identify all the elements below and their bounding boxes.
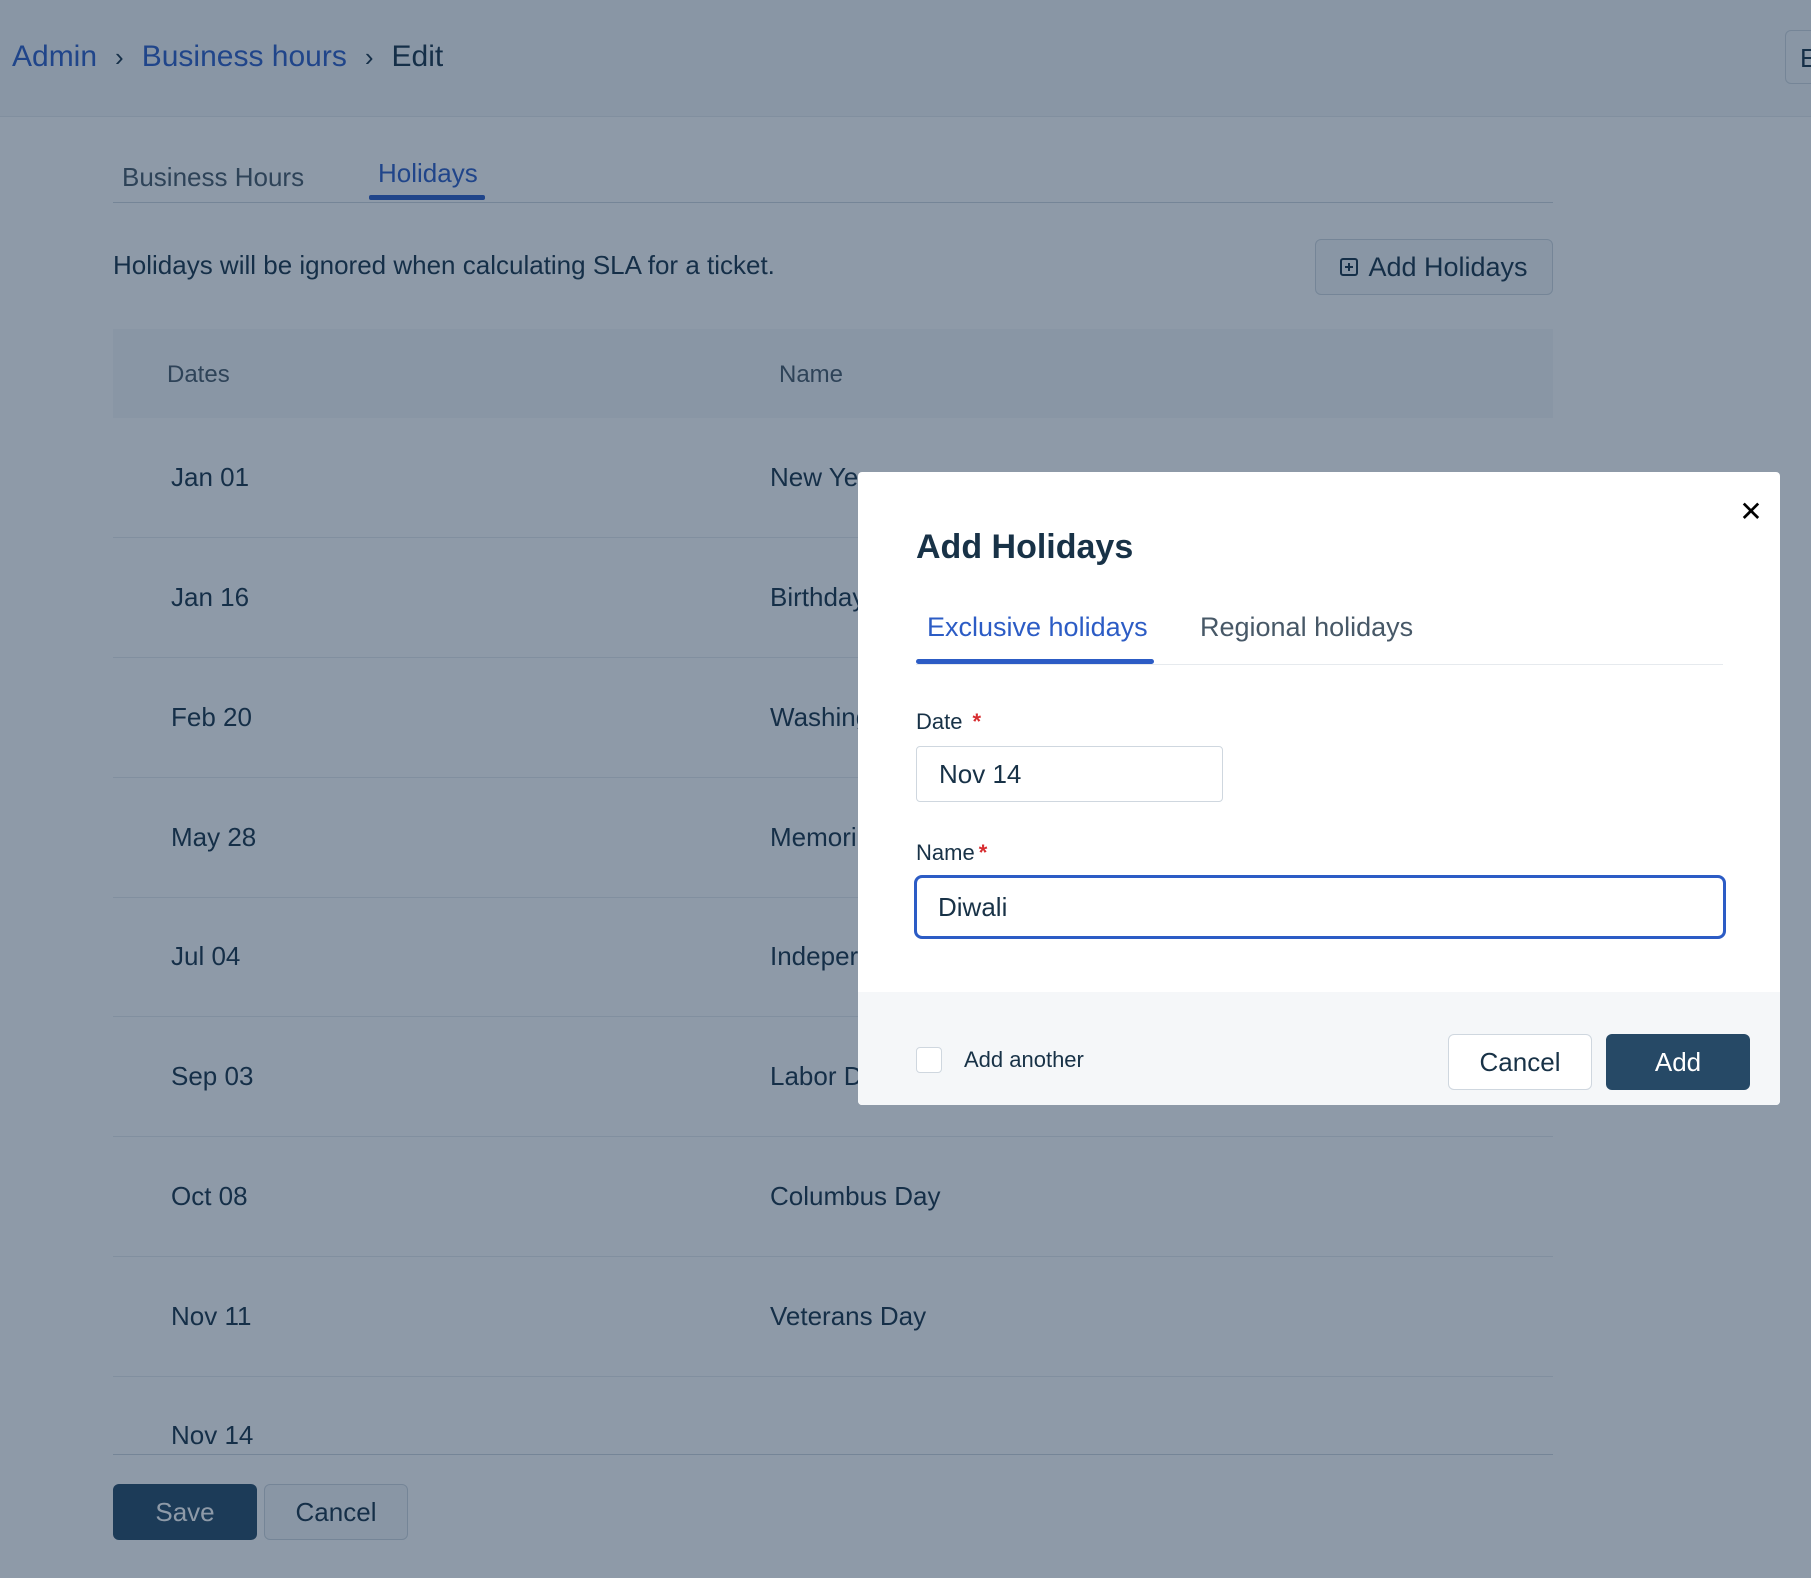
modal-cancel-button[interactable]: Cancel xyxy=(1448,1034,1592,1090)
name-field[interactable] xyxy=(914,875,1726,939)
active-modal-tab-indicator xyxy=(916,659,1154,664)
date-label-text: Date xyxy=(916,709,963,734)
required-marker: * xyxy=(972,709,982,734)
name-label-text: Name xyxy=(916,840,975,865)
date-field[interactable] xyxy=(916,746,1223,802)
tab-regional-holidays[interactable]: Regional holidays xyxy=(1200,612,1413,643)
modal-title: Add Holidays xyxy=(916,528,1134,566)
date-field-label: Date * xyxy=(916,709,981,735)
required-marker: * xyxy=(978,840,988,865)
add-another-checkbox[interactable] xyxy=(916,1047,942,1073)
modal-footer: Add another Cancel Add xyxy=(858,992,1780,1105)
name-field-label: Name * xyxy=(916,840,987,866)
close-icon[interactable]: ✕ xyxy=(1736,496,1766,527)
tab-exclusive-holidays[interactable]: Exclusive holidays xyxy=(927,612,1148,643)
add-another-label: Add another xyxy=(964,1047,1084,1072)
modal-add-button[interactable]: Add xyxy=(1606,1034,1750,1090)
modal-tabs-divider xyxy=(916,664,1723,665)
add-holidays-modal: ✕ Add Holidays Exclusive holidays Region… xyxy=(858,472,1780,1105)
